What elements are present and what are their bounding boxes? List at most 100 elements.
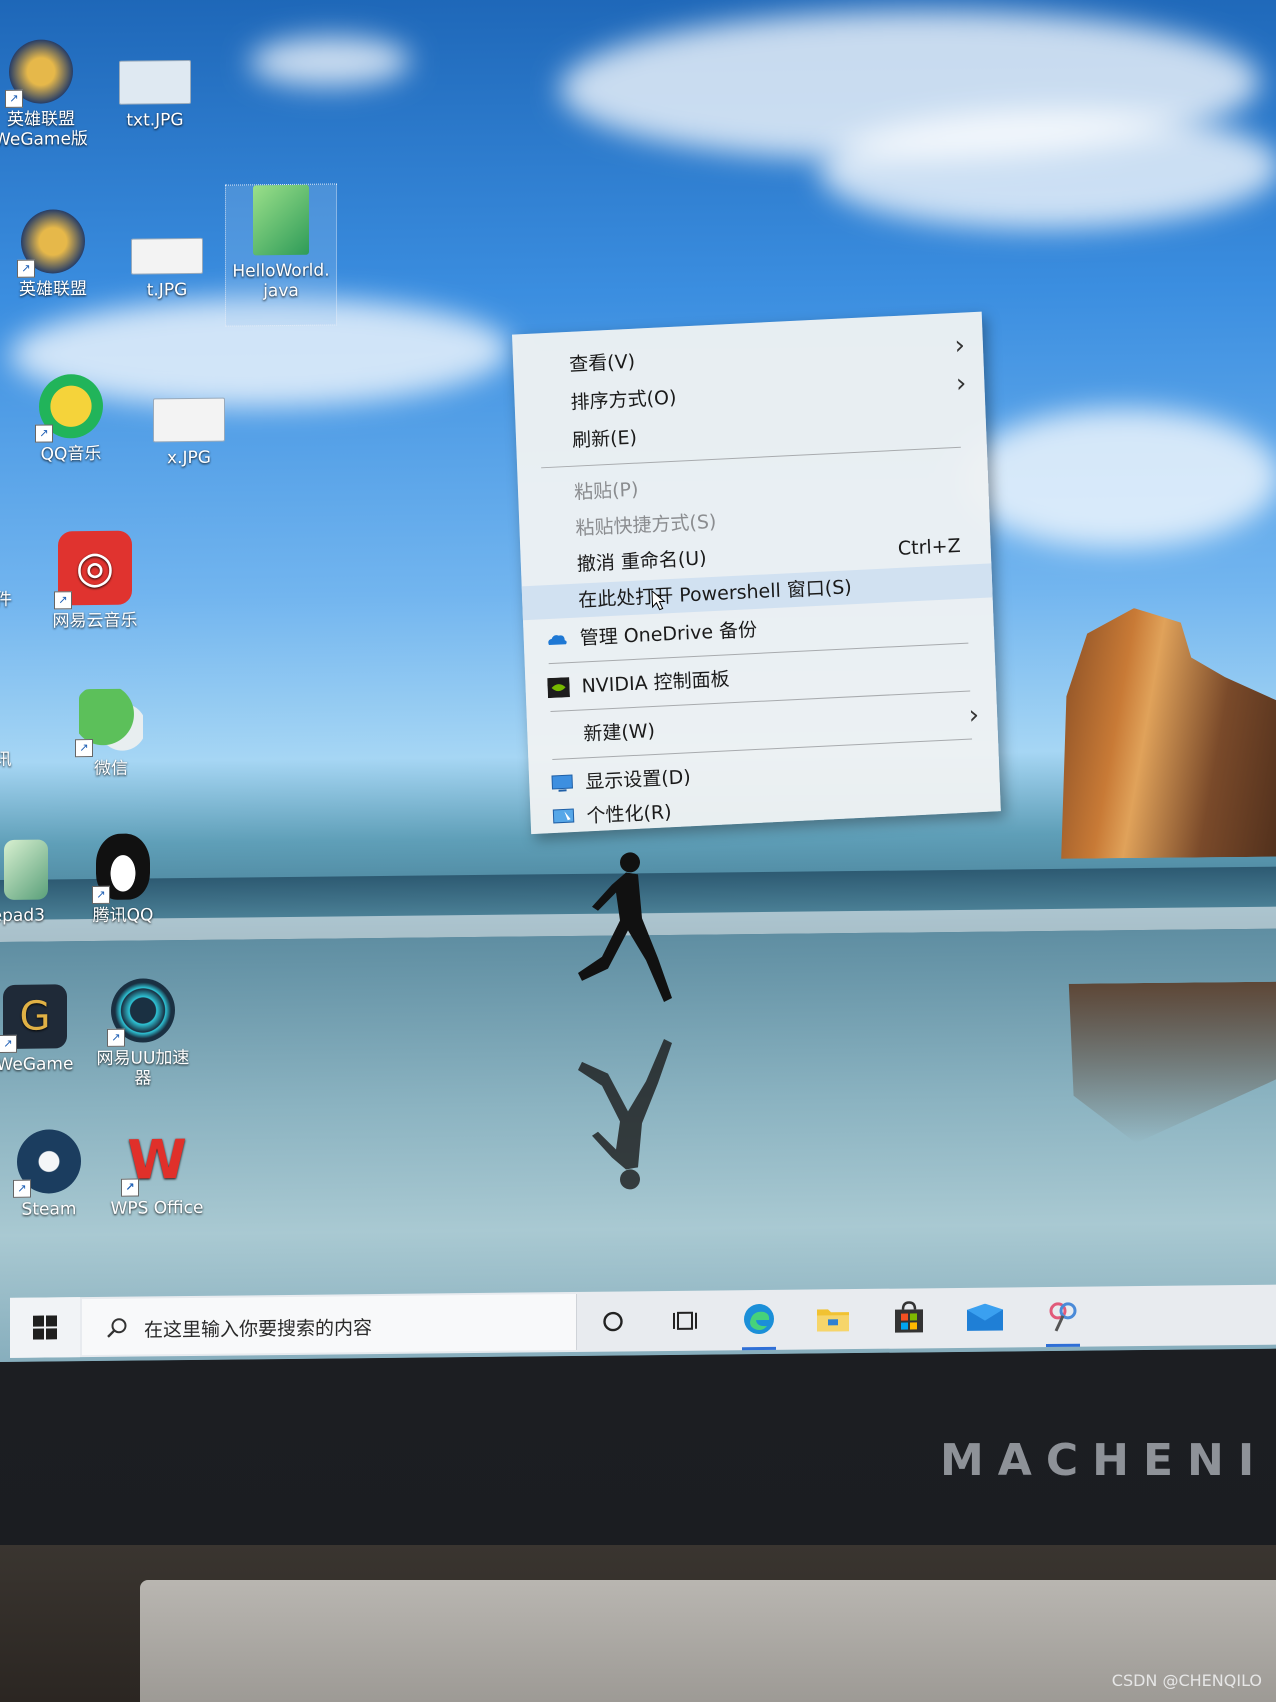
desktop-icon-xun[interactable]: 讯 [0,749,58,771]
desktop-context-menu: 查看(V) › 排序方式(O) › 刷新(E) 粘贴(P) 粘贴快捷方式(S) … [512,311,1001,835]
image-file-icon [131,237,203,275]
desktop-icon-lol-wegame[interactable]: ↗ 英雄联盟 WeGame版 [0,39,96,151]
search-icon [107,1318,127,1338]
uu-accelerator-icon: ↗ [107,978,175,1047]
desktop-icon-label: x.JPG [167,447,211,469]
desktop-icon-label: 腾讯QQ [92,905,154,927]
desktop-icon-txt-jpg[interactable]: txt.JPG [100,59,210,132]
desktop-icon-label: 讯 [0,749,12,771]
desktop-icon-x-jpg[interactable]: x.JPG [134,397,244,469]
menu-item-label: 新建(W) [583,719,656,746]
store-icon [895,1301,923,1333]
store-button[interactable] [886,1296,932,1340]
menu-item-nvidia-control-panel[interactable]: NVIDIA 控制面板 [525,649,996,706]
menu-item-shortcut: Ctrl+Z [897,534,962,560]
shortcut-arrow-icon: ↗ [0,1034,17,1054]
desktop-icon-notepad3[interactable]: tepad3 [0,839,70,927]
desktop-icon-label: QQ音乐 [40,443,102,465]
netease-music-icon: ◎ ↗ [54,530,132,610]
desktop-icon-label: tepad3 [0,905,45,927]
shortcut-arrow-icon: ↗ [13,1179,31,1198]
desktop-icon-label: WeGame [0,1054,74,1076]
menu-item-new[interactable]: 新建(W) › [527,697,998,754]
menu-item-label: 粘贴快捷方式(S) [575,510,717,540]
edge-icon [744,1304,774,1335]
task-view-icon [673,1311,697,1330]
desktop-icon-netease-music[interactable]: ◎ ↗ 网易云音乐 [40,530,150,632]
desktop-icon-helloworld-java[interactable]: HelloWorld. java [225,183,337,327]
monitor-brand-logo: MACHENI [940,1435,1269,1486]
task-view-button[interactable] [662,1299,708,1343]
wallpaper-runner-reflection [578,1039,672,1190]
watermark: CSDN @CHENQILO [1111,1671,1262,1690]
desktop-icon-label: 网易云音乐 [52,610,138,632]
paint-icon [1049,1302,1077,1332]
edge-button[interactable] [736,1298,782,1342]
league-of-legends-icon: ↗ [17,209,85,278]
shortcut-arrow-icon: ↗ [75,739,93,758]
menu-item-label: 粘贴(P) [573,478,639,504]
shortcut-arrow-icon: ↗ [54,591,72,610]
menu-item-label: 显示设置(D) [584,766,692,794]
laptop-base [140,1580,1276,1702]
wallpaper-cloud [250,35,410,88]
shortcut-arrow-icon: ↗ [107,1028,125,1047]
nvidia-icon [547,677,570,699]
desktop-icon-wechat[interactable]: ↗ 微信 [56,688,166,780]
menu-item-label: NVIDIA 控制面板 [581,668,730,698]
wps-office-icon: W ↗ [121,1128,189,1197]
wallpaper-runner [578,852,672,1003]
chevron-right-icon: › [955,368,967,399]
desktop-icon-uu-accelerator[interactable]: ↗ 网易UU加速 器 [88,978,198,1090]
desktop-icon-label: 网易UU加速 器 [96,1048,190,1089]
menu-item-label: 排序方式(O) [570,386,677,414]
desktop-icon-wegame[interactable]: G ↗ WeGame [0,984,90,1076]
taskbar-search-box[interactable]: 在这里输入你要搜索的内容 [82,1293,577,1356]
notepad-icon [4,839,48,900]
java-file-icon [253,184,309,256]
desktop-screen: ↗ 英雄联盟 WeGame版 txt.JPG ↗ 英雄联盟 t.JPG Hell… [0,0,1276,1362]
desktop-icon-steam[interactable]: ↗ Steam [0,1129,104,1221]
desktop-icon-label: Steam [21,1199,77,1220]
paint-button[interactable] [1040,1295,1086,1339]
desktop-icon-label: HelloWorld. java [232,260,330,302]
shortcut-arrow-icon: ↗ [35,424,53,443]
onedrive-icon [548,635,567,646]
mouse-cursor-icon [651,589,666,611]
shortcut-arrow-icon: ↗ [17,259,35,278]
wechat-icon: ↗ [75,688,143,758]
desktop-icon-lol[interactable]: ↗ 英雄联盟 [0,209,108,301]
shortcut-arrow-icon: ↗ [92,885,110,905]
shortcut-arrow-icon: ↗ [5,89,23,108]
qq-penguin-icon: ↗ [92,833,150,905]
cortana-icon [603,1311,623,1332]
mail-icon [967,1303,1003,1331]
desktop-icon-label: 英雄联盟 [19,279,87,300]
shortcut-arrow-icon: ↗ [121,1178,139,1197]
desktop-icon-tencent-qq[interactable]: ↗ 腾讯QQ [68,833,178,927]
qq-music-icon: ↗ [35,373,103,443]
windows-logo-icon [33,1315,57,1340]
desktop-icon-qq-music[interactable]: ↗ QQ音乐 [16,373,126,466]
desktop-icon-wps-office[interactable]: W ↗ WPS Office [102,1128,212,1220]
menu-item-label: 撤消 重命名(U) [576,547,708,576]
cortana-button[interactable] [590,1299,636,1343]
image-file-icon [153,397,225,443]
file-explorer-button[interactable] [810,1297,856,1341]
chevron-right-icon: › [953,330,966,362]
menu-item-label: 管理 OneDrive 备份 [579,618,758,650]
desktop-icon-label: t.JPG [146,280,188,301]
desktop-icon-label: txt.JPG [126,110,184,131]
menu-item-label: 刷新(E) [571,426,638,452]
chevron-right-icon: › [968,700,980,731]
display-settings-icon [551,774,573,792]
desktop-icon-label: 微信 [94,758,128,780]
wallpaper-cloud [960,406,1276,550]
desktop-icon-t-jpg[interactable]: t.JPG [112,237,222,302]
menu-item-label: 查看(V) [568,350,636,376]
mail-button[interactable] [962,1295,1008,1339]
menu-item-label: 个性化(R) [586,801,672,828]
start-button[interactable] [10,1297,80,1358]
desktop-icon-label: WPS Office [110,1197,204,1219]
wallpaper-rock [1030,606,1276,859]
